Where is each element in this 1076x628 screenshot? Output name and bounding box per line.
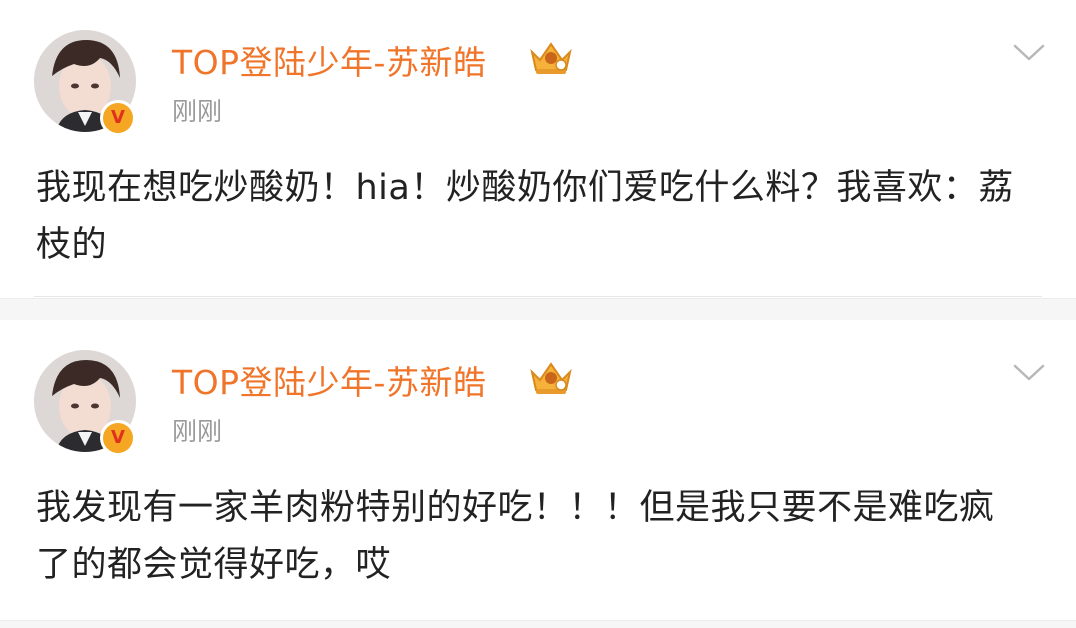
verified-badge-icon: V: [100, 100, 136, 136]
post-timestamp: 刚刚: [172, 417, 223, 446]
weibo-post: V TOP登陆少年-苏新皓 刚刚 我发现有一家羊肉粉特别的好吃！！！但是我只要不…: [0, 320, 1076, 620]
author-name[interactable]: TOP登陆少年-苏新皓: [172, 356, 486, 404]
chevron-down-icon[interactable]: [1012, 40, 1046, 64]
chevron-down-icon[interactable]: [1012, 360, 1046, 384]
author-name[interactable]: TOP登陆少年-苏新皓: [172, 36, 486, 84]
weibo-post: V TOP登陆少年-苏新皓 刚刚 我现在想吃炒酸奶！hia！炒酸奶你们爱吃什么料…: [0, 0, 1076, 298]
crown-vip-icon[interactable]: [528, 358, 574, 398]
post-text: 我发现有一家羊肉粉特别的好吃！！！但是我只要不是难吃疯了的都会觉得好吃，哎: [36, 488, 995, 585]
post-separator: [0, 620, 1076, 628]
verified-badge-icon: V: [100, 420, 136, 456]
post-text: 我现在想吃炒酸奶！hia！炒酸奶你们爱吃什么料？我喜欢：荔枝的: [36, 168, 1014, 265]
divider: [34, 296, 1042, 297]
post-timestamp: 刚刚: [172, 97, 223, 126]
crown-vip-icon[interactable]: [528, 38, 574, 78]
post-separator: [0, 298, 1076, 320]
